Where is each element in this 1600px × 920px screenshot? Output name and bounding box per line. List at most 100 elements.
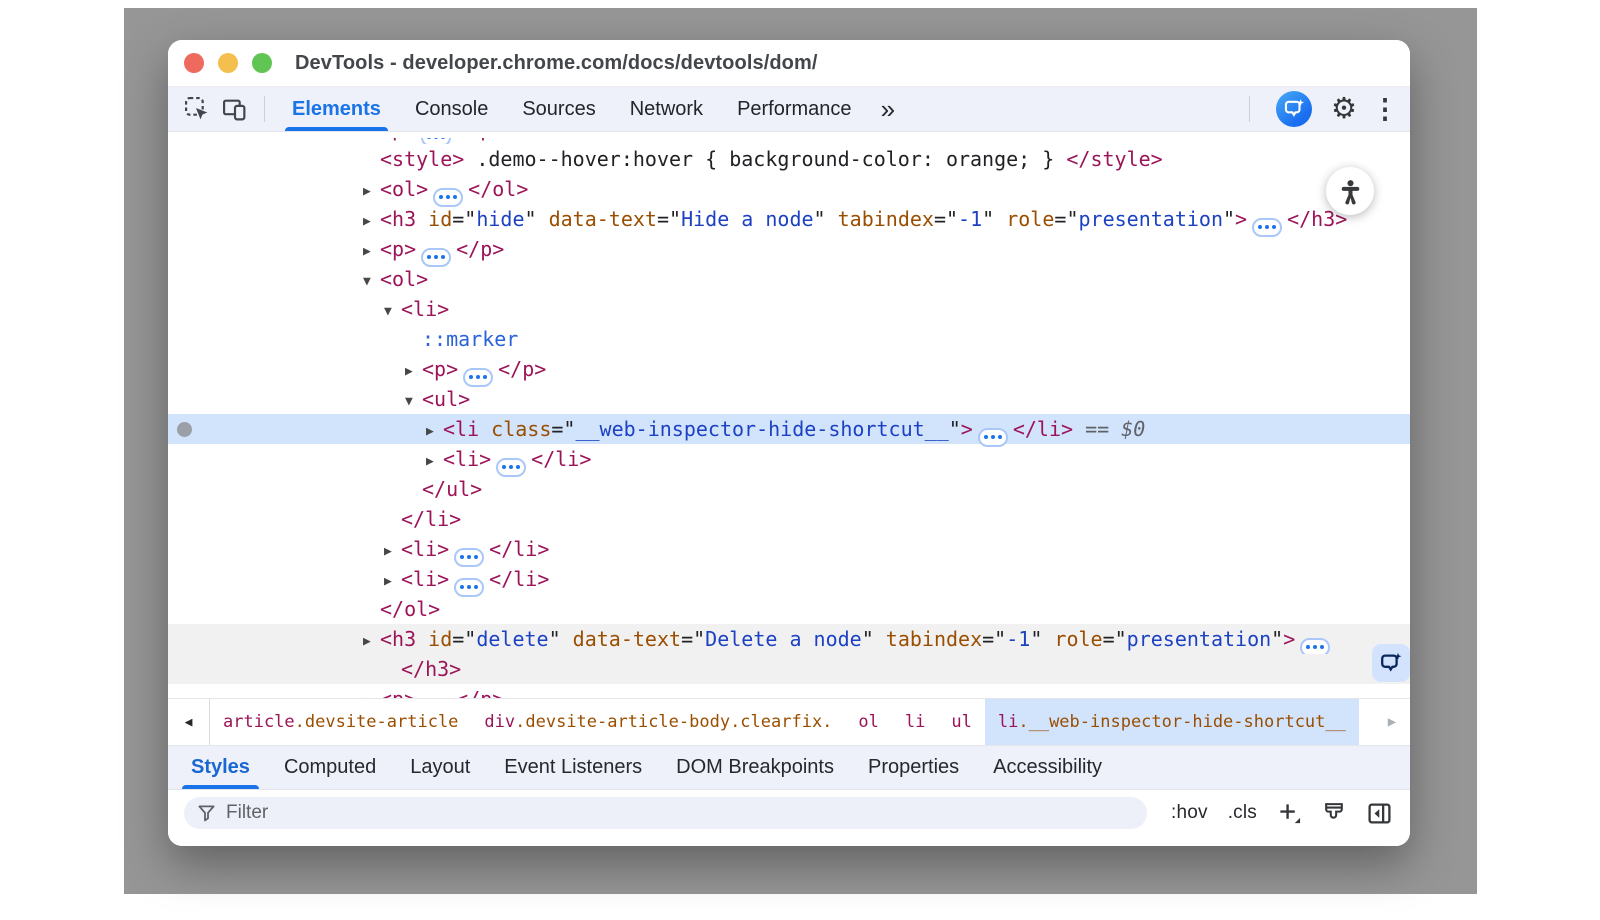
dom-node-row[interactable]: ▶<ol></ol>: [168, 174, 1410, 204]
dom-node-row[interactable]: ▶<h3 id="hide" data-text="Hide a node" t…: [168, 204, 1410, 234]
sidebar-tab-layout[interactable]: Layout: [393, 746, 487, 789]
syntax-token: </li>: [401, 507, 461, 531]
breadcrumb-scroll-right-button[interactable]: ▶: [1374, 699, 1410, 745]
syntax-token: presentation: [1079, 207, 1224, 231]
selection-dot: [177, 422, 192, 437]
ai-assistance-button[interactable]: [1276, 91, 1312, 127]
new-style-rule-button[interactable]: [1277, 801, 1302, 826]
tab-network[interactable]: Network: [613, 87, 720, 131]
device-toolbar-button[interactable]: [216, 90, 254, 128]
syntax-token: </h3>: [401, 657, 461, 681]
dom-node-row[interactable]: ▶<li></li>: [168, 564, 1410, 594]
sidebar-tab-dom-breakpoints[interactable]: DOM Breakpoints: [659, 746, 851, 789]
accessibility-overlay-button[interactable]: [1326, 167, 1374, 215]
syntax-token: -1: [958, 207, 982, 231]
collapse-arrow-icon[interactable]: ▼: [363, 267, 380, 297]
dom-node-row[interactable]: ▼<ul>: [168, 384, 1410, 414]
sidebar-tab-properties[interactable]: Properties: [851, 746, 976, 789]
expand-arrow-icon[interactable]: ▶: [405, 357, 422, 387]
syntax-token: <li: [443, 417, 479, 441]
ask-ai-floating-button[interactable]: [1372, 644, 1410, 682]
maximize-window-button[interactable]: [252, 53, 272, 73]
tab-sources[interactable]: Sources: [505, 87, 612, 131]
syntax-token: tabindex: [874, 627, 982, 651]
tab-performance[interactable]: Performance: [720, 87, 869, 131]
syntax-token: =": [982, 627, 1006, 651]
sidebar-tab-accessibility[interactable]: Accessibility: [976, 746, 1119, 789]
close-window-button[interactable]: [184, 53, 204, 73]
breadcrumb-li[interactable]: li: [892, 699, 938, 745]
sidebar-tab-event-listeners[interactable]: Event Listeners: [487, 746, 659, 789]
syntax-token: =": [452, 627, 476, 651]
syntax-token: delete: [476, 627, 548, 651]
inspect-element-button[interactable]: [178, 90, 216, 128]
toggle-sidebar-button[interactable]: [1367, 801, 1392, 826]
breadcrumb-tag: ol: [858, 712, 878, 732]
dom-node-row[interactable]: </ol>: [168, 594, 1410, 624]
syntax-token: -1: [1006, 627, 1030, 651]
syntax-token: tabindex: [826, 207, 934, 231]
expand-arrow-icon[interactable]: ▶: [426, 417, 443, 447]
dom-node-row[interactable]: </h3>: [168, 654, 1410, 684]
styles-filter-input[interactable]: Filter: [184, 797, 1147, 829]
dom-node-row[interactable]: ▶<h3 id="delete" data-text="Delete a nod…: [168, 624, 1410, 654]
dom-node-row[interactable]: ::marker: [168, 324, 1410, 354]
breadcrumb-ol[interactable]: ol: [845, 699, 891, 745]
expand-arrow-icon[interactable]: ▶: [363, 207, 380, 237]
dom-node-row[interactable]: ▶<p></p>: [168, 684, 1410, 698]
breadcrumb-scroll-left-button[interactable]: ◀: [168, 699, 210, 745]
tab-console[interactable]: Console: [398, 87, 505, 131]
expand-arrow-icon[interactable]: ▶: [363, 237, 380, 267]
minimize-window-button[interactable]: [218, 53, 238, 73]
breadcrumb-ul[interactable]: ul: [938, 699, 984, 745]
expand-arrow-icon[interactable]: ▶: [426, 447, 443, 477]
syntax-token: hide: [476, 207, 524, 231]
syntax-token: </li>: [489, 537, 549, 561]
collapse-arrow-icon[interactable]: ▼: [384, 297, 401, 327]
syntax-token: <ul>: [422, 387, 470, 411]
breadcrumb-tag: article: [223, 712, 295, 732]
ellipsis-expander[interactable]: [421, 698, 451, 699]
syntax-token: =": [657, 207, 681, 231]
dom-node-row[interactable]: </ul>: [168, 474, 1410, 504]
filter-funnel-icon: [197, 804, 216, 823]
expand-arrow-icon[interactable]: ▶: [384, 567, 401, 597]
kebab-menu-icon: ⋮: [1372, 96, 1403, 123]
breadcrumb-div[interactable]: div.devsite-article-body.clearfix.: [471, 699, 845, 745]
dom-node-row[interactable]: ▶<li></li>: [168, 444, 1410, 474]
dom-node-row-selected[interactable]: ▶<li class="__web-inspector-hide-shortcu…: [168, 414, 1410, 444]
rendering-brush-button[interactable]: [1322, 801, 1347, 826]
expand-arrow-icon[interactable]: ▶: [363, 177, 380, 207]
dom-tree[interactable]: ▶<p></p> <style> .demo--hover:hover { bac…: [168, 132, 1410, 698]
breadcrumb-article[interactable]: article.devsite-article: [210, 699, 471, 745]
dom-node-row[interactable]: <style> .demo--hover:hover { background-…: [168, 144, 1410, 174]
settings-button[interactable]: ⚙: [1328, 90, 1360, 128]
syntax-token: </ol>: [468, 177, 528, 201]
breadcrumb-li-selected[interactable]: li.__web-inspector-hide-shortcut__: [985, 699, 1359, 745]
sidebar-tab-computed[interactable]: Computed: [267, 746, 393, 789]
tab-elements[interactable]: Elements: [275, 87, 398, 131]
panel-tabs: ElementsConsoleSourcesNetworkPerformance: [275, 87, 869, 131]
syntax-token: Hide a node: [681, 207, 813, 231]
expand-arrow-icon[interactable]: ▶: [384, 537, 401, 567]
expand-arrow-icon[interactable]: ▶: [363, 687, 380, 698]
more-panels-button[interactable]: »: [869, 87, 904, 131]
dom-node-row[interactable]: ▶<li></li>: [168, 534, 1410, 564]
syntax-token: ": [1271, 627, 1283, 651]
collapse-arrow-icon[interactable]: ▼: [405, 387, 422, 417]
toggle-element-state-button[interactable]: :hov: [1171, 802, 1208, 824]
breadcrumb-tag: ul: [951, 712, 971, 732]
dom-node-row[interactable]: </li>: [168, 504, 1410, 534]
customize-devtools-button[interactable]: ⋮: [1376, 90, 1398, 128]
dom-node-row[interactable]: ▼<ol>: [168, 264, 1410, 294]
syntax-token: <ol>: [380, 267, 428, 291]
element-classes-button[interactable]: .cls: [1228, 802, 1257, 824]
dom-node-row[interactable]: ▶<p></p>: [168, 234, 1410, 264]
syntax-token: </li>: [489, 567, 549, 591]
dom-node-row[interactable]: ▼<li>: [168, 294, 1410, 324]
syntax-token: >: [961, 417, 973, 441]
sidebar-tab-styles[interactable]: Styles: [174, 746, 267, 789]
dom-node-row[interactable]: ▶<p></p>: [168, 354, 1410, 384]
inspect-cursor-icon: [184, 96, 211, 123]
expand-arrow-icon[interactable]: ▶: [363, 627, 380, 657]
